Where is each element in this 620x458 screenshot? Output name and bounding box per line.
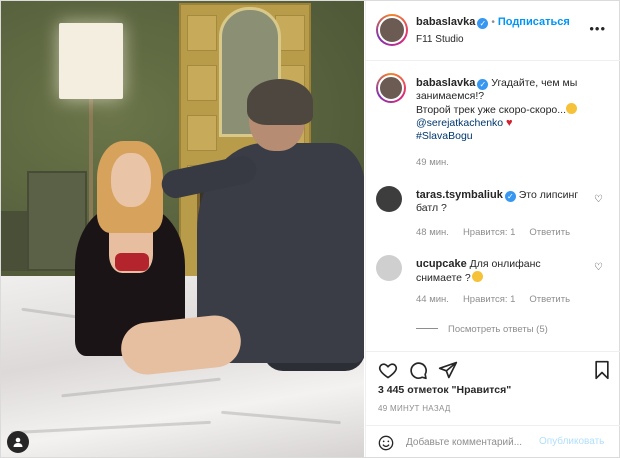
comment-bubble-icon[interactable] — [408, 360, 428, 380]
caption-text: babaslavka ✓ Угадайте, чем мы занимаемся!… — [416, 77, 596, 143]
caption-username[interactable]: babaslavka — [416, 77, 475, 89]
photo-woman-face — [111, 153, 151, 207]
emoji-smiley-icon[interactable] — [378, 435, 394, 451]
author-avatar[interactable] — [376, 14, 408, 46]
like-heart-icon[interactable] — [378, 360, 398, 380]
comment-username[interactable]: ucupcake — [416, 258, 467, 270]
author-username[interactable]: babaslavka — [416, 16, 475, 28]
comment-meta: 48 мин. Нравится: 1 Ответить — [416, 227, 584, 238]
verified-icon: ✓ — [477, 18, 489, 29]
share-send-icon[interactable] — [438, 360, 458, 380]
post-actions-bar — [366, 351, 620, 383]
comment-text: ucupcake Для онлифанс снимаете ? — [416, 258, 586, 285]
separator-dot: • — [491, 17, 495, 28]
caption-line-2: Второй трек уже скоро-скоро... — [416, 104, 567, 116]
photo-side-table — [1, 211, 29, 271]
grin-emoji-icon — [566, 103, 578, 114]
photo-man-hair — [247, 79, 313, 125]
comment-time[interactable]: 44 мин. — [416, 294, 449, 305]
publish-button[interactable]: Опубликовать — [539, 436, 604, 447]
comment-username[interactable]: taras.tsymbaliuk — [416, 189, 503, 201]
more-horizontal-icon[interactable]: ••• — [589, 21, 606, 36]
post-header: babaslavka ✓ • Подписаться F11 Studio ••• — [366, 1, 620, 61]
caption-hashtag[interactable]: #SlavaBogu — [416, 130, 473, 142]
follow-button[interactable]: Подписаться — [498, 16, 570, 28]
comment-like-icon[interactable]: ♡ — [594, 194, 604, 205]
red-heart-emoji-icon: ♥ — [506, 117, 513, 129]
post-photo[interactable] — [1, 1, 364, 457]
view-replies-button[interactable]: Посмотреть ответы (5) — [416, 324, 548, 335]
add-comment-input[interactable] — [406, 434, 540, 450]
caption-avatar[interactable] — [376, 73, 406, 103]
save-bookmark-icon[interactable] — [592, 360, 612, 380]
comment-likes[interactable]: Нравится: 1 — [463, 294, 515, 305]
comment-likes[interactable]: Нравится: 1 — [463, 227, 515, 238]
tagged-people-icon[interactable] — [7, 431, 29, 453]
confused-emoji-icon — [471, 271, 483, 282]
comment-reply-button[interactable]: Ответить — [529, 227, 570, 238]
comment-time[interactable]: 48 мин. — [416, 227, 449, 238]
post-location[interactable]: F11 Studio — [416, 34, 464, 45]
replies-line — [416, 328, 438, 329]
comment-avatar[interactable] — [376, 186, 402, 212]
comment-like-icon[interactable]: ♡ — [594, 262, 604, 273]
comments-section: babaslavka ✓ Угадайте, чем мы занимаемся!… — [366, 61, 620, 351]
comment-avatar[interactable] — [376, 255, 402, 281]
likes-count[interactable]: 3 445 отметок "Нравится" — [378, 384, 511, 396]
post-time-ago[interactable]: 49 МИНУТ НАЗАД — [378, 404, 451, 413]
add-comment-bar: Опубликовать — [366, 425, 620, 457]
view-replies-label: Посмотреть ответы (5) — [448, 324, 548, 335]
author-line: babaslavka ✓ • Подписаться — [416, 16, 570, 29]
post-side-panel: babaslavka ✓ • Подписаться F11 Studio ••• b… — [365, 1, 620, 457]
comment-text: taras.tsymbaliuk ✓ Это липсинг батл ? — [416, 189, 586, 215]
comment-reply-button[interactable]: Ответить — [529, 294, 570, 305]
comment-meta: 44 мин. Нравится: 1 Ответить — [416, 294, 584, 305]
caption-mention[interactable]: @serejatkachenko — [416, 117, 503, 129]
photo-lamp-shade — [59, 23, 123, 99]
caption-time[interactable]: 49 мин. — [416, 157, 449, 168]
photo-woman-top — [115, 253, 149, 271]
verified-icon: ✓ — [477, 79, 489, 90]
verified-icon: ✓ — [504, 191, 516, 202]
